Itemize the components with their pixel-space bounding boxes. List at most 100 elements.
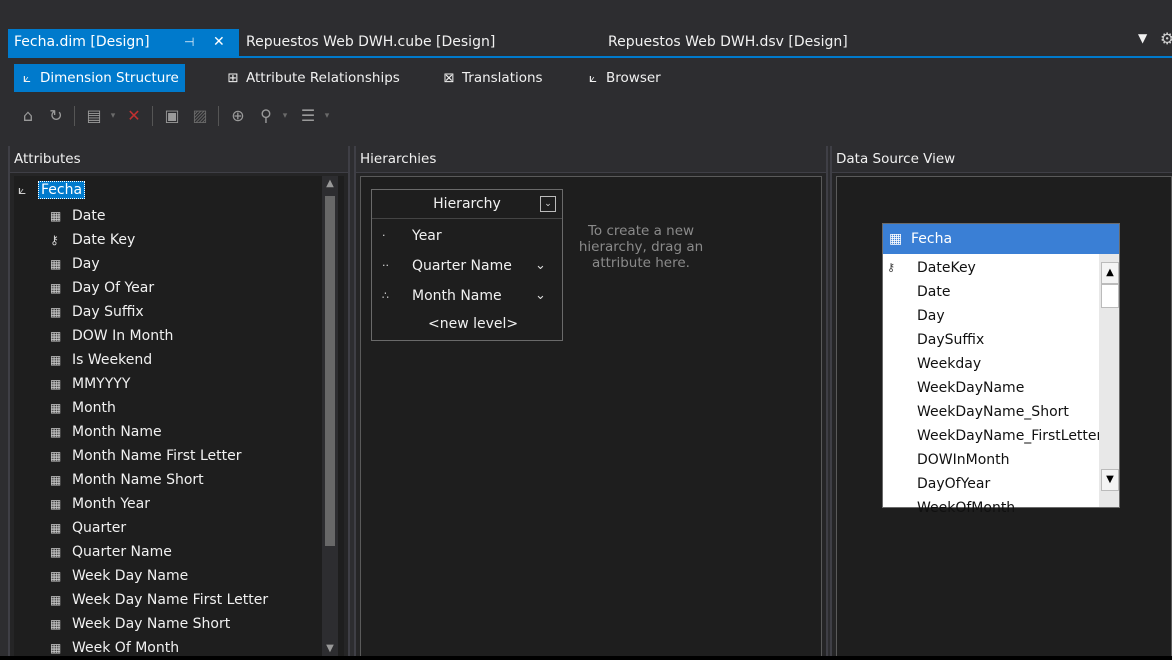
tab-cube[interactable]: Repuestos Web DWH.cube [Design] [246, 29, 495, 57]
scroll-thumb[interactable] [325, 196, 335, 546]
show-tree-icon[interactable]: ▨ [188, 104, 212, 128]
attribute-icon: ▦ [50, 401, 62, 415]
attribute-item[interactable]: ▦ DOW In Month [50, 324, 173, 348]
table-column[interactable]: Day [917, 304, 945, 328]
dsv-table-fecha[interactable]: ▦ Fecha ⚷ DateKey Date Day DaySuffix Weekday We… [882, 223, 1120, 516]
relationship-warning-icon[interactable]: ⌄ [535, 284, 546, 308]
gear-icon[interactable]: ⚙ [1160, 29, 1172, 48]
document-tab-bar: Fecha.dim [Design] ⊣ ✕ Repuestos Web DWH… [0, 0, 1172, 57]
table-column[interactable]: ⚷ DateKey [887, 256, 976, 280]
tab-dsv[interactable]: Repuestos Web DWH.dsv [Design] [608, 29, 848, 57]
attribute-item[interactable]: ▦ Quarter Name [50, 540, 172, 564]
new-named-query-icon[interactable]: ⊕ [226, 104, 250, 128]
attribute-item[interactable]: ▦ Month [50, 396, 116, 420]
attribute-item[interactable]: ▦ Month Year [50, 492, 150, 516]
attribute-item[interactable]: ▦ Month Name First Letter [50, 444, 242, 468]
panel-title: Attributes [10, 146, 348, 173]
attribute-item[interactable]: ▦ MMYYYY [50, 372, 130, 396]
level-icon: ·· [382, 259, 389, 272]
translations-icon: ⊠ [443, 70, 455, 86]
show-list-icon[interactable]: ▤ [82, 104, 106, 128]
collapse-icon[interactable]: ⌄ [540, 196, 556, 212]
table-column[interactable]: DayOfYear [917, 472, 990, 496]
chevron-down-icon[interactable]: ▾ [108, 104, 118, 128]
table-column[interactable]: DOWInMonth [917, 448, 1010, 472]
table-column[interactable]: DaySuffix [917, 328, 984, 352]
attribute-icon: ▦ [50, 209, 62, 223]
hierarchy-level[interactable]: ∴ Month Name ⌄ [372, 284, 562, 308]
dimension-structure-icon: ⟀ [22, 70, 32, 86]
key-attribute-icon: ⚷ [50, 233, 59, 247]
table-column[interactable]: WeekDayName_FirstLetter [917, 424, 1102, 448]
delete-icon[interactable]: ✕ [122, 104, 146, 128]
table-column[interactable]: Date [917, 280, 950, 304]
scroll-down-icon[interactable]: ▼ [322, 643, 338, 654]
tab-label: Fecha.dim [Design] [14, 34, 150, 50]
hierarchy-level[interactable]: ·· Quarter Name ⌄ [372, 254, 562, 278]
data-source-view-panel: Data Source View ▦ Fecha ⚷ DateKey Date Day D… [830, 146, 1172, 656]
attribute-item[interactable]: ▦ Quarter [50, 516, 126, 540]
new-level-placeholder[interactable]: <new level> [428, 316, 518, 332]
tab-dropdown-icon[interactable]: ▼ [1138, 31, 1147, 45]
hierarchies-panel: Hierarchies Hierarchy ⌄ · Year ·· Quarter N… [354, 146, 828, 656]
scroll-up-icon[interactable]: ▲ [1101, 262, 1119, 284]
hierarchy-level[interactable]: · Year [372, 224, 562, 248]
designer-tab-bar: ⟀ Dimension Structure ⊞ Attribute Relation… [8, 60, 1172, 94]
attribute-item[interactable]: ▦ Week Day Name [50, 564, 188, 588]
show-grid-icon[interactable]: ▣ [160, 104, 184, 128]
attributes-scrollbar[interactable]: ▲ ▼ [322, 176, 338, 656]
hierarchies-canvas[interactable]: Hierarchy ⌄ · Year ·· Quarter Name ⌄ ∴ Month N… [360, 176, 822, 656]
scroll-up-icon[interactable]: ▲ [322, 178, 338, 189]
attribute-icon: ▦ [50, 521, 62, 535]
attribute-icon: ▦ [50, 281, 62, 295]
scroll-down-icon[interactable]: ▼ [1101, 469, 1119, 491]
relationship-warning-icon[interactable]: ⌄ [535, 254, 546, 278]
tab-dimension-structure[interactable]: ⟀ Dimension Structure [14, 64, 185, 92]
table-icon: ▦ [889, 231, 903, 247]
tab-accent-line [8, 56, 1172, 58]
tab-attribute-relationships[interactable]: ⊞ Attribute Relationships [224, 64, 399, 92]
attribute-item[interactable]: ▦ Month Name Short [50, 468, 204, 492]
visual-studio-window: Fecha.dim [Design] ⊣ ✕ Repuestos Web DWH… [0, 0, 1172, 656]
table-column[interactable]: WeekOfMonth [917, 496, 1015, 520]
table-column[interactable]: Weekday [917, 352, 981, 376]
attribute-icon: ▦ [50, 569, 62, 583]
attribute-item[interactable]: ⚷ Date Key [50, 228, 135, 252]
attributes-panel: Attributes ⟀ Fecha ▦ Date ⚷ Date Key ▦ Day ▦ Day… [8, 146, 350, 656]
chevron-down-icon[interactable]: ▾ [280, 104, 290, 128]
process-icon[interactable]: ⌂ [16, 104, 40, 128]
toolbar-separator [152, 106, 153, 126]
close-icon[interactable]: ✕ [213, 29, 225, 55]
dimension-icon: ⟀ [18, 182, 27, 198]
pin-icon[interactable]: ⊣ [184, 29, 194, 55]
tab-browser[interactable]: ⟀ Browser [584, 64, 661, 92]
level-icon: ∴ [382, 289, 389, 302]
table-column[interactable]: WeekDayName [917, 376, 1024, 400]
tab-fecha-dim[interactable]: Fecha.dim [Design] ⊣ ✕ [8, 29, 239, 57]
attribute-item[interactable]: ▦ Week Day Name First Letter [50, 588, 268, 612]
hierarchy-box[interactable]: Hierarchy ⌄ · Year ·· Quarter Name ⌄ ∴ Month N… [371, 189, 563, 341]
tab-translations[interactable]: ⊠ Translations [440, 64, 542, 92]
hierarchy-title[interactable]: Hierarchy ⌄ [372, 190, 562, 219]
attribute-item[interactable]: ▦ Day Of Year [50, 276, 154, 300]
attribute-item[interactable]: ▦ Month Name [50, 420, 162, 444]
chevron-down-icon[interactable]: ▾ [322, 104, 332, 128]
attribute-icon: ▦ [50, 641, 62, 655]
zoom-icon[interactable]: ⚲ [254, 104, 278, 128]
attribute-icon: ▦ [50, 425, 62, 439]
table-column[interactable]: WeekDayName_Short [917, 400, 1069, 424]
table-header[interactable]: ▦ Fecha [883, 224, 1119, 254]
attribute-item[interactable]: ▦ Week Of Month [50, 636, 179, 660]
attribute-item[interactable]: ▦ Is Weekend [50, 348, 152, 372]
scroll-thumb[interactable] [1101, 284, 1119, 308]
arrange-tables-icon[interactable]: ☰ [296, 104, 320, 128]
dimension-root[interactable]: ⟀ Fecha [18, 180, 86, 200]
refresh-icon[interactable]: ↻ [44, 104, 68, 128]
attribute-item[interactable]: ▦ Day [50, 252, 100, 276]
attribute-item[interactable]: ▦ Day Suffix [50, 300, 144, 324]
attribute-item[interactable]: ▦ Week Day Name Short [50, 612, 230, 636]
attribute-item[interactable]: ▦ Date [50, 204, 105, 228]
attribute-icon: ▦ [50, 617, 62, 631]
dsv-canvas[interactable]: ▦ Fecha ⚷ DateKey Date Day DaySuffix Weekday We… [836, 176, 1172, 656]
table-scrollbar[interactable]: ▲ ▼ [1099, 254, 1119, 507]
